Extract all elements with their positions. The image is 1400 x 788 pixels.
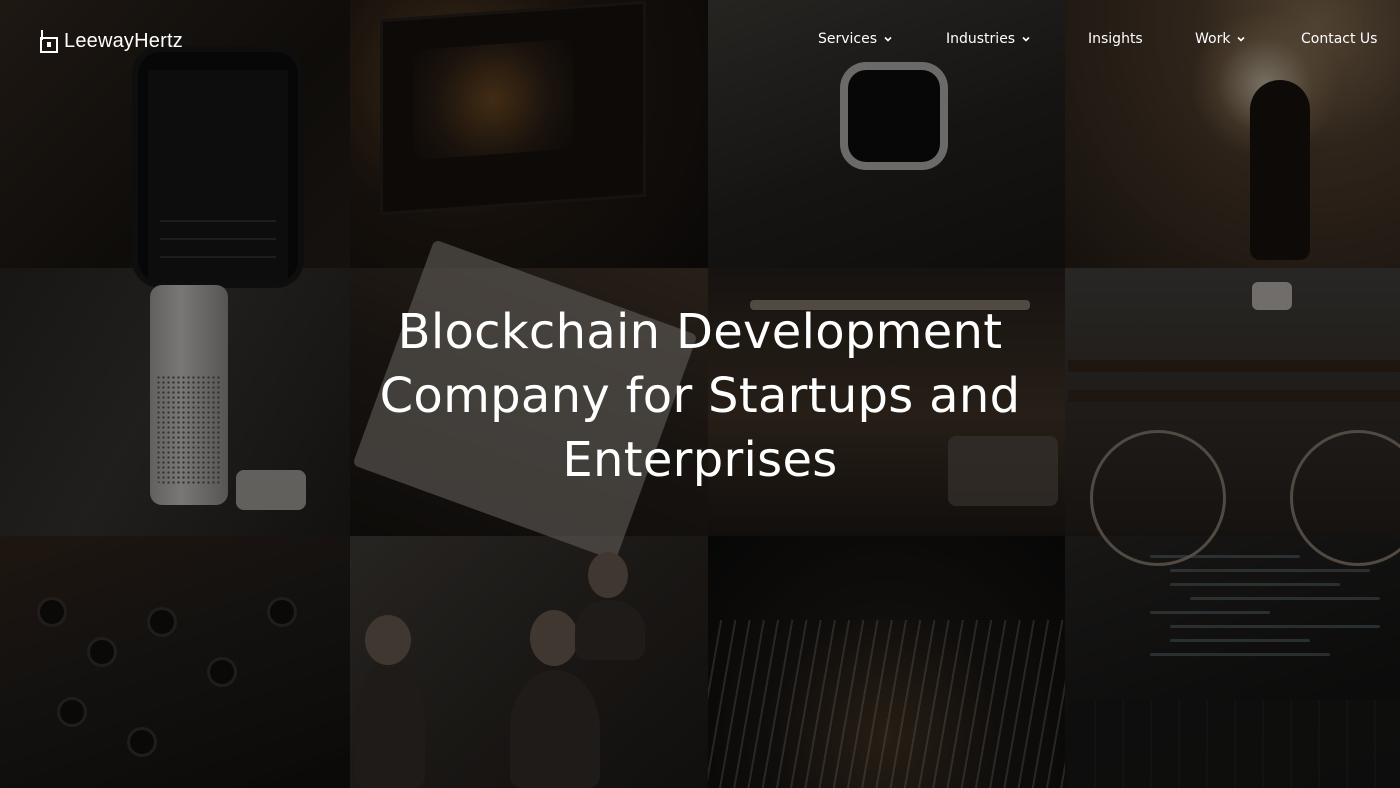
brand-logo[interactable]: LeewayHertz <box>40 29 183 53</box>
chevron-down-icon <box>1237 36 1246 42</box>
nav-services[interactable]: Services <box>818 31 893 47</box>
nav-work-label: Work <box>1195 31 1231 47</box>
hero-section: Blockchain Development Company for Start… <box>0 300 1400 492</box>
page: LeewayHertz Services Industries Insights… <box>0 0 1400 788</box>
brand-name: LeewayHertz <box>64 29 183 52</box>
nav-work[interactable]: Work <box>1195 31 1246 47</box>
hero-title: Blockchain Development Company for Start… <box>379 304 1021 488</box>
nav-contact-us[interactable]: Contact Us <box>1301 31 1377 47</box>
logo-icon <box>40 29 58 53</box>
nav-industries-label: Industries <box>946 31 1016 47</box>
nav-services-label: Services <box>818 31 878 47</box>
nav-insights-label: Insights <box>1088 31 1143 47</box>
nav-industries[interactable]: Industries <box>946 31 1031 47</box>
nav-insights[interactable]: Insights <box>1088 31 1143 47</box>
nav-contact-label: Contact Us <box>1301 31 1378 47</box>
chevron-down-icon <box>884 36 892 42</box>
site-header: LeewayHertz Services Industries Insights… <box>0 0 1400 82</box>
chevron-down-icon <box>1022 36 1030 42</box>
